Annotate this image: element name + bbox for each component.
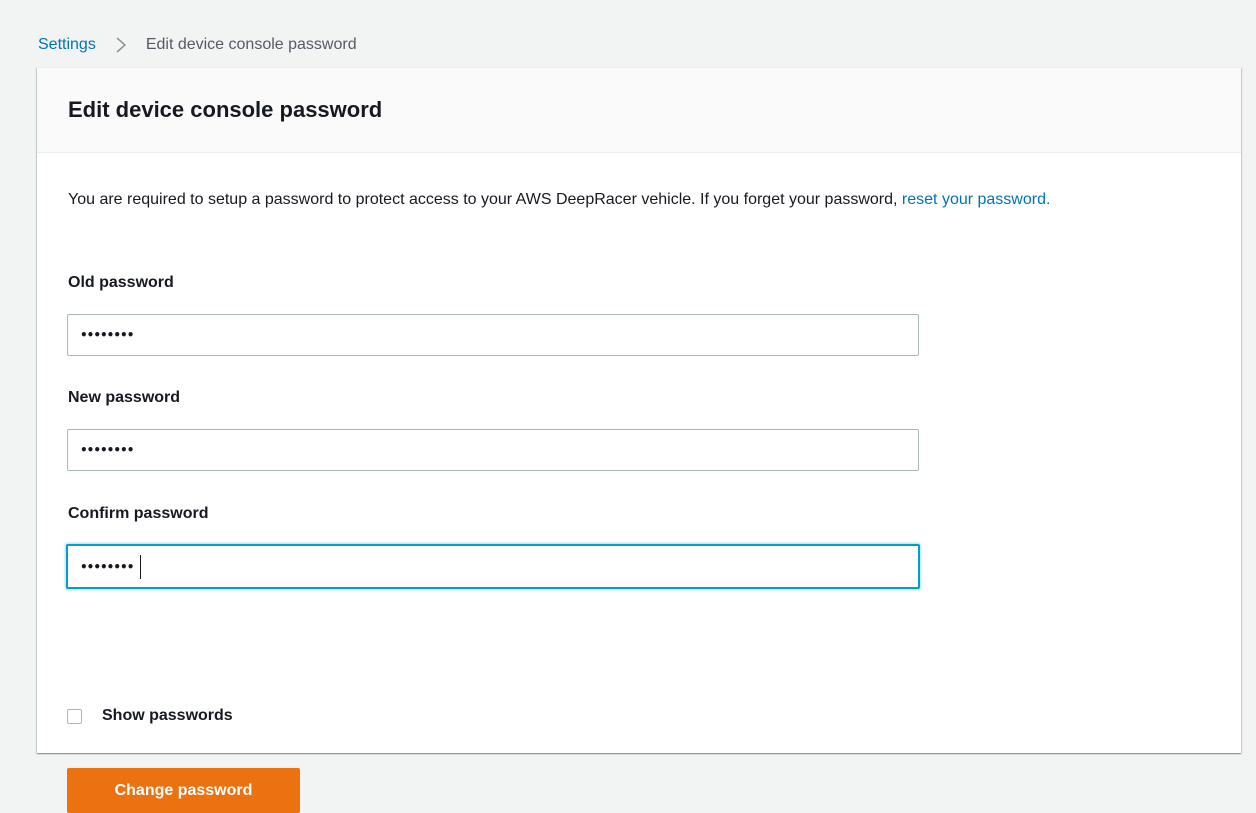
new-password-input[interactable] xyxy=(67,429,919,471)
text-caret xyxy=(140,555,141,579)
show-passwords-checkbox[interactable] xyxy=(67,708,82,724)
breadcrumb-settings-link[interactable]: Settings xyxy=(38,35,96,55)
old-password-input[interactable] xyxy=(67,314,919,356)
reset-password-link[interactable]: reset your password. xyxy=(902,191,1051,208)
confirm-password-label: Confirm password xyxy=(68,505,209,522)
old-password-label: Old password xyxy=(68,274,174,291)
confirm-password-input[interactable] xyxy=(66,544,920,589)
show-passwords-label: Show passwords xyxy=(102,707,233,724)
change-password-button[interactable]: Change password xyxy=(67,768,300,813)
chevron-right-icon xyxy=(116,37,126,53)
show-passwords-option[interactable]: Show passwords xyxy=(67,707,233,725)
breadcrumb: Settings Edit device console password xyxy=(38,35,357,55)
breadcrumb-current: Edit device console password xyxy=(145,36,357,53)
panel-title: Edit device console password xyxy=(68,97,383,122)
description-text: You are required to setup a password to … xyxy=(68,191,902,208)
panel-description: You are required to setup a password to … xyxy=(68,187,1198,213)
panel-header: Edit device console password xyxy=(37,68,1241,153)
new-password-label: New password xyxy=(68,389,181,406)
edit-password-panel: Edit device console password You are req… xyxy=(37,67,1241,813)
